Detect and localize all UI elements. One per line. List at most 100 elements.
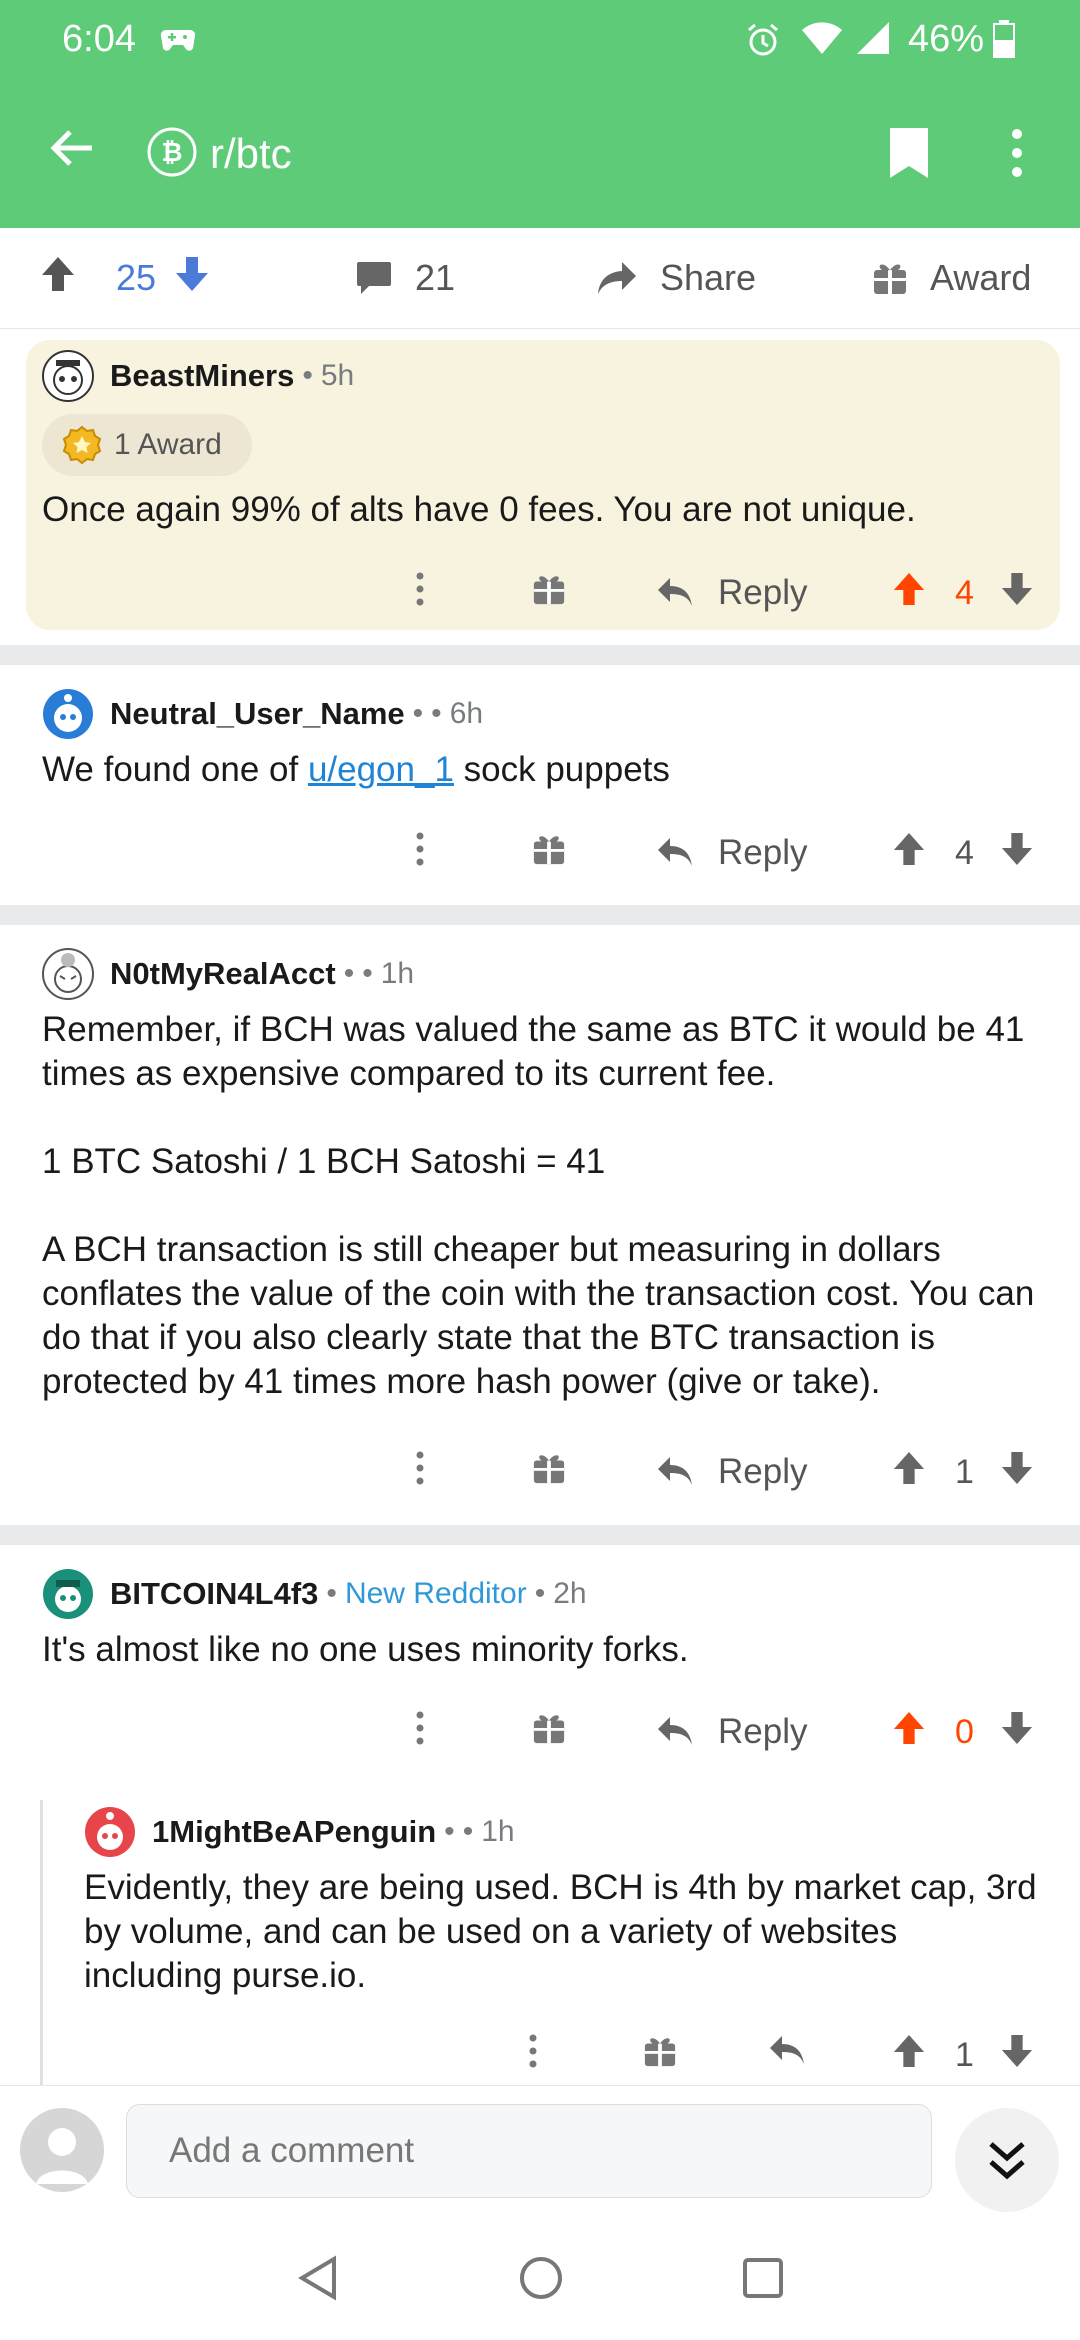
- gift-icon[interactable]: [643, 2034, 677, 2077]
- username[interactable]: 1MightBeAPenguin: [152, 1814, 436, 1850]
- bitcoin-subreddit-icon[interactable]: ₿: [146, 126, 198, 183]
- bookmark-icon[interactable]: [888, 126, 930, 185]
- comment-more-icon[interactable]: [415, 1451, 425, 1494]
- comment-actions: Reply 4: [0, 558, 1080, 628]
- post-action-bar: 25 21 Share Award: [0, 228, 1080, 329]
- comment-actions: Reply 1: [0, 1437, 1080, 1507]
- comment-separator-dot: •: [444, 1815, 455, 1848]
- comment-time: 2h: [553, 1577, 587, 1610]
- comment-score: 1: [955, 2035, 974, 2074]
- reply-arrow-icon: [658, 838, 692, 866]
- comment-more-icon[interactable]: [528, 2034, 538, 2077]
- system-navigation-bar: [0, 2215, 1080, 2340]
- add-comment-placeholder: Add a comment: [169, 2131, 415, 2170]
- comment-paragraph: A BCH transaction is still cheaper but m…: [42, 1230, 1035, 1401]
- reply-label: Reply: [718, 1712, 808, 1751]
- comment-score: 1: [955, 1452, 974, 1491]
- award-label: Award: [930, 257, 1032, 298]
- comment-paragraph: 1 BTC Satoshi / 1 BCH Satoshi = 41: [42, 1142, 606, 1181]
- gift-icon[interactable]: [532, 572, 566, 615]
- gift-icon[interactable]: [532, 1711, 566, 1754]
- comment-separator-dot: •: [302, 359, 313, 392]
- nav-home-icon[interactable]: [518, 2255, 564, 2306]
- reply-label: Reply: [718, 573, 808, 612]
- comment-header: 1MightBeAPenguin • • 1h: [84, 1806, 515, 1858]
- comment-compose-bar: Add a comment: [0, 2085, 1080, 2216]
- comment-separator-dot: •: [412, 697, 424, 730]
- comment-more-icon[interactable]: [415, 572, 425, 615]
- nav-recents-icon[interactable]: [740, 2255, 786, 2306]
- comment-body: Remember, if BCH was valued the same as …: [42, 1008, 1052, 1404]
- comment-text: sock puppets: [453, 750, 670, 789]
- comment-time: 1h: [481, 1815, 515, 1848]
- reply-button[interactable]: Reply: [656, 833, 807, 873]
- subreddit-title[interactable]: r/btc: [210, 130, 292, 178]
- battery-icon: [993, 20, 1015, 63]
- upvote-icon[interactable]: [892, 1450, 926, 1495]
- cellular-signal-icon: [855, 20, 891, 61]
- reply-arrow-icon: [658, 578, 692, 606]
- avatar[interactable]: [42, 350, 94, 402]
- downvote-icon[interactable]: [1000, 2033, 1034, 2078]
- comment-separator-dot: •: [326, 1577, 337, 1610]
- user-avatar-placeholder[interactable]: [20, 2108, 104, 2192]
- comment-time: 1h: [380, 957, 415, 990]
- reply-button[interactable]: Reply: [656, 573, 807, 613]
- upvote-icon[interactable]: [892, 2033, 926, 2078]
- award-button[interactable]: Award: [872, 228, 1031, 328]
- nav-back-icon[interactable]: [296, 2255, 342, 2306]
- gift-icon[interactable]: [532, 832, 566, 875]
- comment-score: 4: [955, 573, 974, 612]
- avatar[interactable]: [42, 688, 94, 740]
- reply-arrow-icon[interactable]: [768, 2034, 806, 2077]
- post-vote-group: 25: [40, 228, 232, 328]
- upvote-icon[interactable]: [40, 255, 98, 302]
- comment-body: It's almost like no one uses minority fo…: [42, 1630, 689, 1669]
- upvote-icon[interactable]: [892, 831, 926, 876]
- downvote-icon[interactable]: [1000, 831, 1034, 876]
- downvote-icon[interactable]: [1000, 1450, 1034, 1495]
- avatar[interactable]: [84, 1806, 136, 1858]
- jump-to-next-button[interactable]: [955, 2108, 1059, 2212]
- comment-time: 6h: [449, 697, 484, 730]
- award-badge[interactable]: 1 Award: [42, 414, 252, 476]
- user-mention-link[interactable]: u/egon_1: [308, 750, 454, 789]
- alarm-icon: [745, 22, 781, 63]
- username[interactable]: BeastMiners: [110, 358, 294, 394]
- downvote-icon[interactable]: [1000, 571, 1034, 616]
- comment-separator-dot: •: [431, 697, 442, 730]
- reply-label: Reply: [718, 1452, 808, 1491]
- reply-button[interactable]: Reply: [656, 1452, 807, 1492]
- comment-more-icon[interactable]: [415, 832, 425, 875]
- back-arrow-icon[interactable]: [48, 128, 96, 173]
- username[interactable]: Neutral_User_Name: [110, 696, 405, 732]
- more-options-icon[interactable]: [1010, 128, 1024, 183]
- upvote-icon[interactable]: [892, 1710, 926, 1755]
- downvote-icon[interactable]: [174, 255, 232, 302]
- game-controller-icon: [160, 26, 196, 59]
- user-flair: New Redditor: [344, 1577, 527, 1610]
- share-button[interactable]: Share: [596, 228, 756, 328]
- username[interactable]: BITCOIN4L4f3: [110, 1576, 318, 1612]
- comments-count-button[interactable]: 21: [355, 228, 455, 328]
- comment-divider: [0, 1525, 1080, 1545]
- comment-separator-dot: •: [343, 957, 355, 990]
- username[interactable]: N0tMyRealAcct: [110, 956, 336, 992]
- reply-arrow-icon: [658, 1457, 692, 1485]
- comment-more-icon[interactable]: [415, 1711, 425, 1754]
- comment-separator-dot: •: [362, 957, 373, 990]
- avatar[interactable]: [42, 1568, 94, 1620]
- reply-label: Reply: [718, 833, 808, 872]
- reply-button[interactable]: Reply: [656, 1712, 807, 1752]
- avatar[interactable]: [42, 948, 94, 1000]
- comment-divider: [0, 905, 1080, 925]
- comment-actions: Reply 0: [0, 1697, 1080, 1767]
- gift-icon[interactable]: [532, 1451, 566, 1494]
- comment-text: We found one of: [42, 750, 308, 789]
- reply-arrow-icon: [658, 1717, 692, 1745]
- add-comment-input[interactable]: Add a comment: [126, 2104, 932, 2198]
- award-medal-icon: [62, 425, 102, 465]
- downvote-icon[interactable]: [1000, 1710, 1034, 1755]
- upvote-icon[interactable]: [892, 571, 926, 616]
- post-score: 25: [116, 257, 157, 298]
